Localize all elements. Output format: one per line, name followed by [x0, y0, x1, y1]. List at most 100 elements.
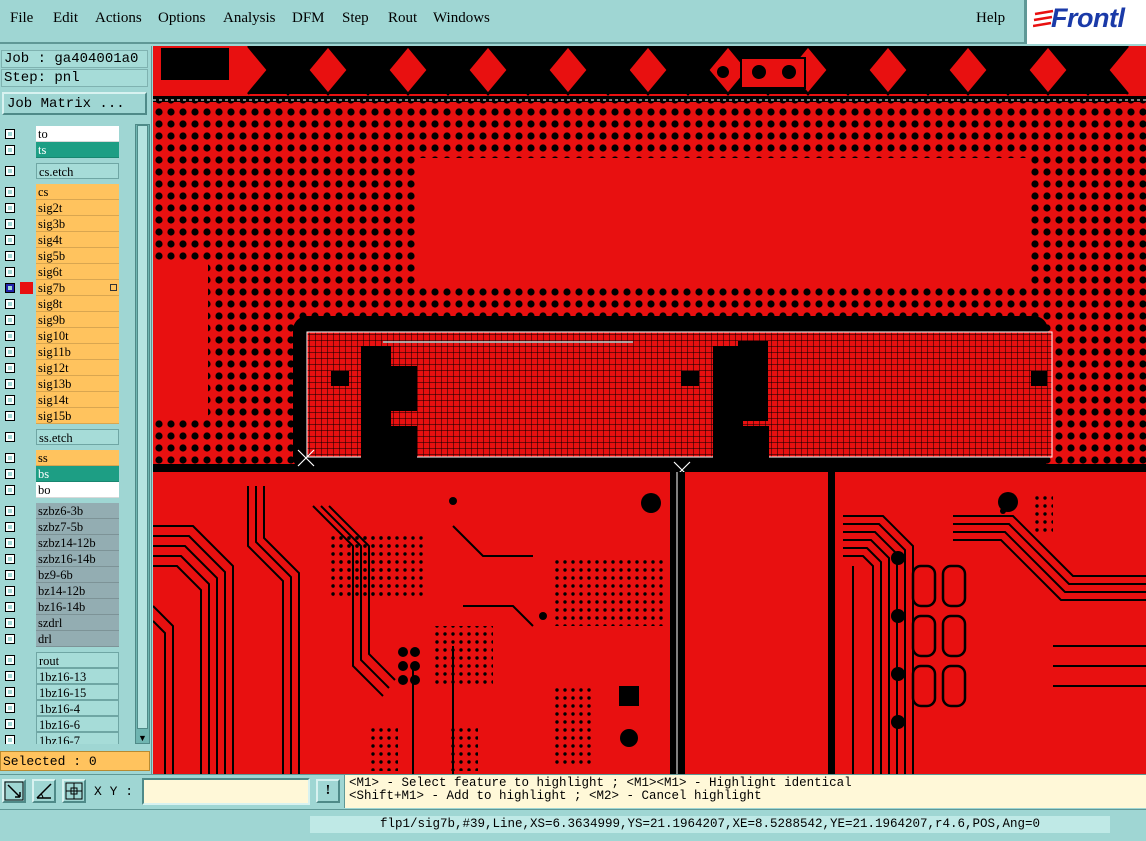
menu-windows[interactable]: Windows: [433, 10, 490, 27]
layer-name[interactable]: szbz16-14b: [36, 551, 119, 567]
layer-name[interactable]: sig11b: [36, 344, 119, 360]
layer-checkbox[interactable]: [5, 379, 15, 389]
layer-checkbox[interactable]: [5, 299, 15, 309]
layer-name[interactable]: sig6t: [36, 264, 119, 280]
scrollbar-thumb[interactable]: [137, 125, 148, 729]
layer-name[interactable]: bz9-6b: [36, 567, 119, 583]
layer-checkbox[interactable]: [5, 347, 15, 357]
layer-name[interactable]: drl: [36, 631, 119, 647]
layer-row[interactable]: sig10t: [0, 328, 134, 344]
layer-name[interactable]: bz14-12b: [36, 583, 119, 599]
layer-row[interactable]: ss: [0, 450, 134, 466]
grid-snap-button[interactable]: [62, 779, 86, 803]
layer-name[interactable]: sig4t: [36, 232, 119, 248]
execute-button[interactable]: !: [316, 779, 340, 803]
menu-options[interactable]: Options: [158, 10, 206, 27]
layer-row[interactable]: sig4t: [0, 232, 134, 248]
layer-row[interactable]: 1bz16-7: [0, 732, 134, 744]
menu-rout[interactable]: Rout: [388, 10, 417, 27]
layer-name[interactable]: szbz6-3b: [36, 503, 119, 519]
layer-checkbox[interactable]: [5, 538, 15, 548]
layer-row[interactable]: cs: [0, 184, 134, 200]
layer-checkbox[interactable]: [5, 453, 15, 463]
layer-name[interactable]: bs: [36, 466, 119, 482]
menu-help[interactable]: Help: [976, 10, 1005, 27]
layer-row[interactable]: bz9-6b: [0, 567, 134, 583]
layer-name[interactable]: sig3b: [36, 216, 119, 232]
layer-row[interactable]: ss.etch: [0, 429, 134, 445]
layer-checkbox[interactable]: [5, 315, 15, 325]
layer-row[interactable]: 1bz16-15: [0, 684, 134, 700]
menu-edit[interactable]: Edit: [53, 10, 78, 27]
layer-checkbox[interactable]: [5, 554, 15, 564]
layer-row[interactable]: szbz6-3b: [0, 503, 134, 519]
layer-name[interactable]: szdrl: [36, 615, 119, 631]
layer-row[interactable]: sig6t: [0, 264, 134, 280]
layer-name[interactable]: 1bz16-15: [36, 684, 119, 700]
layer-name[interactable]: sig13b: [36, 376, 119, 392]
pcb-graphics-canvas[interactable]: [153, 46, 1146, 774]
layer-row[interactable]: bs: [0, 466, 134, 482]
layer-checkbox[interactable]: [5, 251, 15, 261]
menu-dfm[interactable]: DFM: [292, 10, 325, 27]
layer-name[interactable]: sig5b: [36, 248, 119, 264]
menu-file[interactable]: File: [10, 10, 33, 27]
layer-row[interactable]: sig5b: [0, 248, 134, 264]
menu-actions[interactable]: Actions: [95, 10, 142, 27]
layer-checkbox[interactable]: [5, 166, 15, 176]
layer-name[interactable]: cs: [36, 184, 119, 200]
layer-checkbox[interactable]: [5, 522, 15, 532]
layer-row[interactable]: sig2t: [0, 200, 134, 216]
layer-name[interactable]: rout: [36, 652, 119, 668]
layer-checkbox[interactable]: [5, 687, 15, 697]
layer-name[interactable]: sig7b: [36, 280, 119, 296]
layer-row[interactable]: sig11b: [0, 344, 134, 360]
job-matrix-button[interactable]: Job Matrix ...: [2, 92, 147, 115]
layer-row[interactable]: to: [0, 126, 134, 142]
layer-checkbox[interactable]: [5, 671, 15, 681]
layer-name[interactable]: 1bz16-7: [36, 732, 119, 744]
layer-row[interactable]: sig9b: [0, 312, 134, 328]
layer-checkbox[interactable]: [5, 618, 15, 628]
layer-checkbox[interactable]: [5, 485, 15, 495]
layer-row[interactable]: szbz14-12b: [0, 535, 134, 551]
layer-checkbox[interactable]: [5, 267, 15, 277]
layer-list-scrollbar[interactable]: ▲ ▼: [135, 124, 150, 744]
measure-button[interactable]: [32, 779, 56, 803]
layer-options-icon[interactable]: [110, 284, 117, 291]
layer-row[interactable]: sig15b: [0, 408, 134, 424]
layer-name[interactable]: sig14t: [36, 392, 119, 408]
layer-row[interactable]: 1bz16-13: [0, 668, 134, 684]
layer-row[interactable]: ts: [0, 142, 134, 158]
scroll-down-arrow-icon[interactable]: ▼: [136, 733, 149, 743]
layer-name[interactable]: sig9b: [36, 312, 119, 328]
layer-name[interactable]: sig10t: [36, 328, 119, 344]
layer-row[interactable]: bz14-12b: [0, 583, 134, 599]
layer-name[interactable]: 1bz16-4: [36, 700, 119, 716]
layer-name[interactable]: ss.etch: [36, 429, 119, 445]
layer-checkbox[interactable]: [5, 395, 15, 405]
layer-checkbox[interactable]: [5, 506, 15, 516]
layer-name[interactable]: cs.etch: [36, 163, 119, 179]
layer-row[interactable]: 1bz16-6: [0, 716, 134, 732]
layer-checkbox[interactable]: [5, 411, 15, 421]
layer-row[interactable]: cs.etch: [0, 163, 134, 179]
layer-row[interactable]: sig7b: [0, 280, 134, 296]
menu-analysis[interactable]: Analysis: [223, 10, 276, 27]
layer-name[interactable]: ts: [36, 142, 119, 158]
layer-row[interactable]: drl: [0, 631, 134, 647]
layer-name[interactable]: 1bz16-6: [36, 716, 119, 732]
layer-name[interactable]: szbz7-5b: [36, 519, 119, 535]
layer-checkbox[interactable]: [5, 283, 15, 293]
layer-row[interactable]: 1bz16-4: [0, 700, 134, 716]
layer-checkbox[interactable]: [5, 363, 15, 373]
layer-checkbox[interactable]: [5, 634, 15, 644]
layer-checkbox[interactable]: [5, 187, 15, 197]
layer-checkbox[interactable]: [5, 703, 15, 713]
layer-checkbox[interactable]: [5, 469, 15, 479]
layer-checkbox[interactable]: [5, 602, 15, 612]
layer-checkbox[interactable]: [5, 655, 15, 665]
layer-row[interactable]: bo: [0, 482, 134, 498]
zoom-fit-button[interactable]: [2, 779, 26, 803]
layer-checkbox[interactable]: [5, 432, 15, 442]
